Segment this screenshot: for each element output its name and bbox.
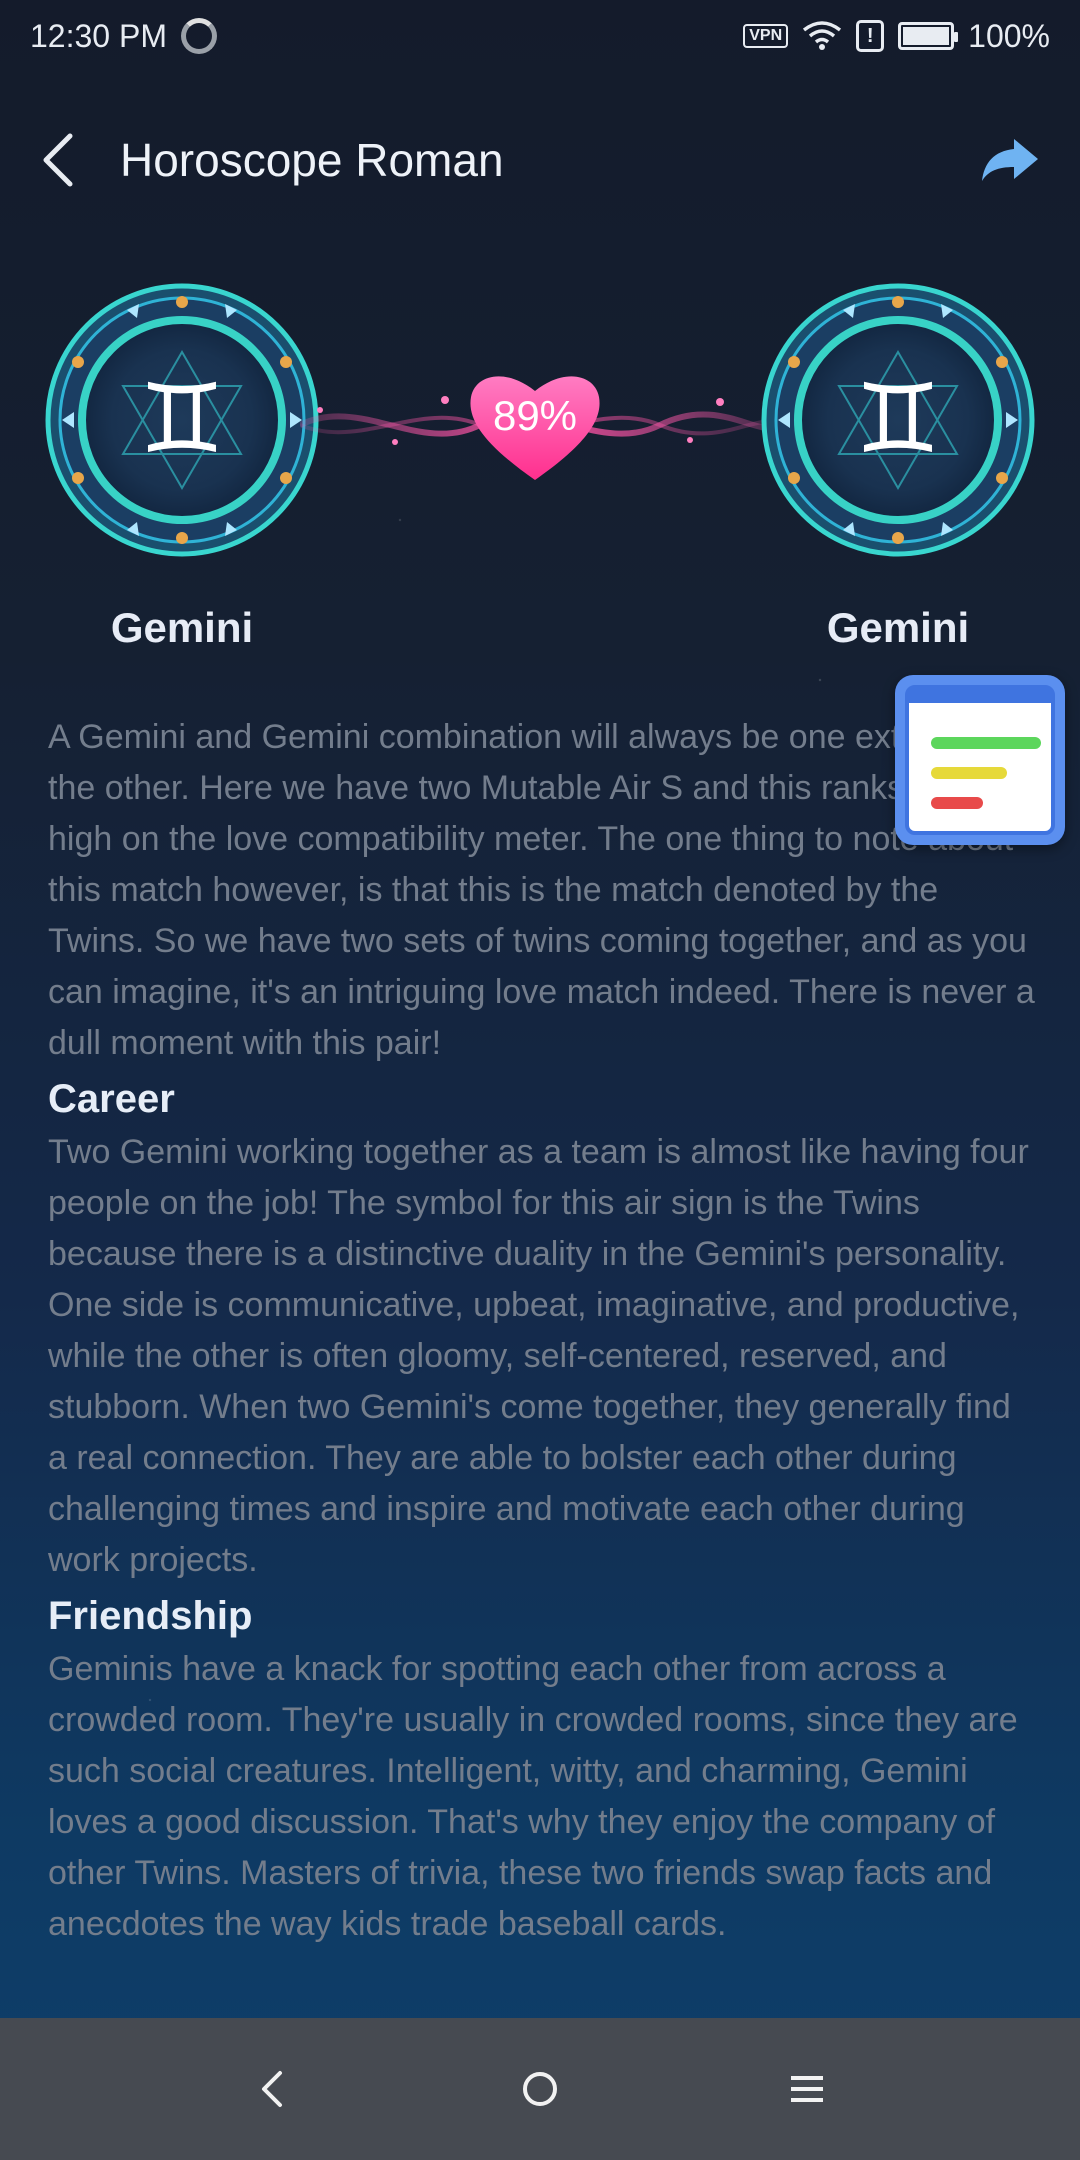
status-time: 12:30 PM — [30, 17, 167, 54]
page-title: Horoscope Roman — [120, 134, 504, 186]
app-header: Horoscope Roman — [0, 110, 1080, 210]
nav-home-icon — [522, 2072, 557, 2106]
back-arrow-icon — [43, 133, 73, 187]
share-button[interactable] — [960, 120, 1040, 200]
floating-line-red — [931, 797, 983, 809]
vpn-icon: VPN — [743, 24, 789, 48]
compatibility-percent: 89% — [492, 392, 578, 439]
intro-paragraph: A Gemini and Gemini combination will alw… — [48, 718, 1035, 1062]
back-button[interactable] — [40, 120, 100, 200]
friendship-title: Friendship — [48, 1594, 253, 1638]
floating-window-icon — [905, 685, 1055, 835]
battery-icon — [898, 22, 959, 50]
status-left: 12:30 PM — [30, 18, 217, 55]
status-right: VPN ! 100% — [743, 18, 1050, 55]
nav-back-icon — [262, 2071, 283, 2107]
nav-back-button[interactable] — [228, 2044, 318, 2134]
battery-percent: 100% — [968, 17, 1050, 54]
share-arrow-icon — [982, 139, 1038, 181]
gemini-glyph-right: ♊ — [855, 363, 941, 475]
floating-window-titlebar — [909, 689, 1051, 703]
battery-fill — [903, 27, 950, 45]
nav-menu-icon — [790, 2076, 823, 2102]
floating-window-button[interactable] — [895, 675, 1065, 845]
gemini-sign-wheel-left[interactable]: ♊ — [42, 280, 322, 560]
status-bar: 12:30 PM VPN ! 100% — [0, 0, 1080, 72]
nav-home-button[interactable] — [495, 2044, 585, 2134]
gemini-sign-wheel-right[interactable]: ♊ — [758, 280, 1038, 560]
gemini-glyph-left: ♊ — [139, 363, 225, 475]
career-paragraph: Two Gemini working together as a team is… — [48, 1133, 1029, 1579]
compatibility-content: A Gemini and Gemini combination will alw… — [48, 712, 1038, 1950]
system-nav-bar — [0, 2018, 1080, 2160]
right-sign-name: Gemini — [826, 604, 970, 651]
friendship-paragraph: Geminis have a knack for spotting each o… — [48, 1650, 1018, 1943]
left-sign-name: Gemini — [110, 604, 254, 651]
nav-menu-button[interactable] — [762, 2044, 852, 2134]
career-title: Career — [48, 1077, 175, 1121]
floating-line-yellow — [931, 767, 1007, 779]
loading-spinner-icon — [180, 18, 217, 54]
wifi-icon — [803, 21, 842, 50]
alert-icon: ! — [856, 20, 885, 52]
floating-line-green — [931, 737, 1041, 749]
